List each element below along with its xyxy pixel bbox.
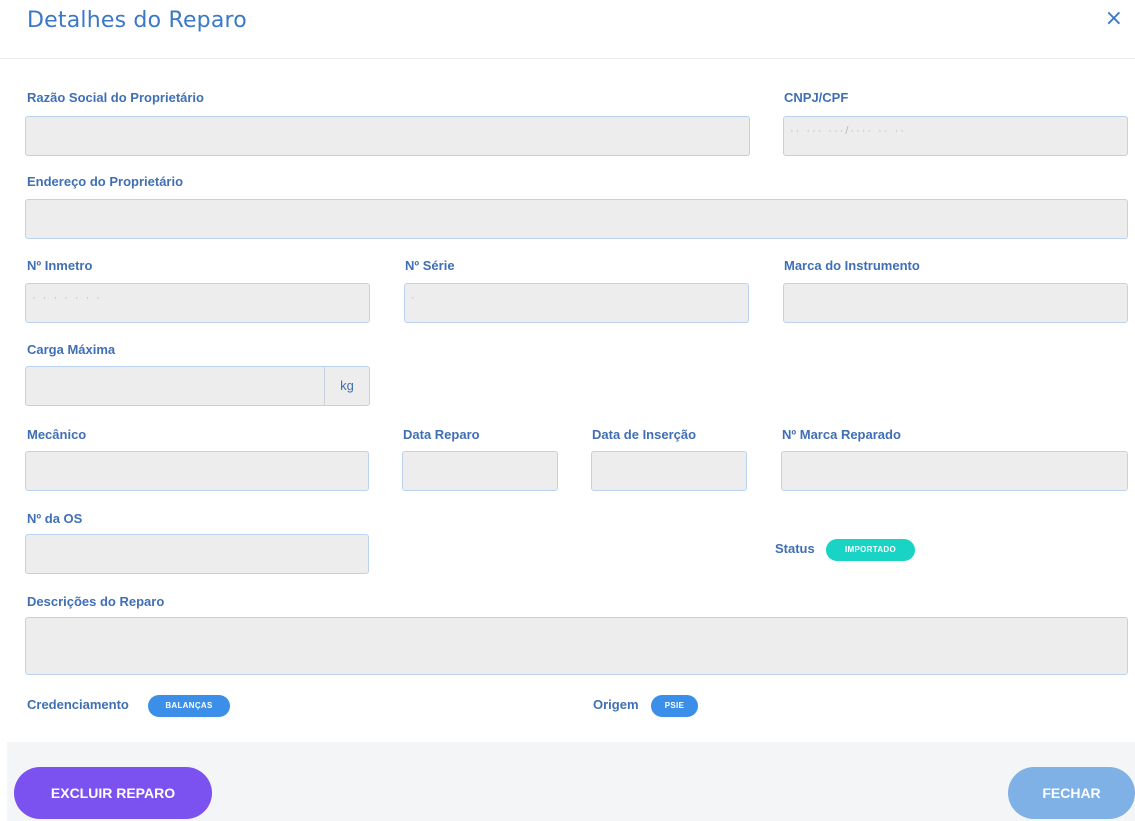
- razao-social-label: Razão Social do Proprietário: [27, 90, 204, 105]
- mecanico-field[interactable]: [25, 451, 369, 491]
- serie-label: Nº Série: [405, 258, 455, 273]
- marca-field[interactable]: [783, 283, 1128, 323]
- close-icon[interactable]: ×: [1105, 6, 1123, 31]
- marca-reparado-field[interactable]: [781, 451, 1128, 491]
- excluir-reparo-button[interactable]: EXCLUIR REPARO: [14, 767, 212, 819]
- mecanico-label: Mecânico: [27, 427, 87, 442]
- marca-label: Marca do Instrumento: [784, 258, 920, 273]
- os-label: Nº da OS: [27, 511, 83, 526]
- status-label: Status: [775, 541, 815, 556]
- fechar-button[interactable]: FECHAR: [1008, 767, 1135, 819]
- credenciamento-label: Credenciamento: [27, 697, 129, 712]
- inmetro-field[interactable]: · · · · · · ·: [25, 283, 370, 323]
- cnpj-field[interactable]: ·· ··· ···/···· ·· ··: [783, 116, 1128, 156]
- razao-social-field[interactable]: [25, 116, 750, 156]
- data-reparo-field[interactable]: [402, 451, 558, 491]
- origem-label: Origem: [593, 697, 639, 712]
- descricoes-field[interactable]: [25, 617, 1128, 675]
- modal-title: Detalhes do Reparo: [27, 8, 247, 33]
- inmetro-label: Nº Inmetro: [27, 258, 93, 273]
- status-badge: IMPORTADO: [826, 539, 915, 561]
- data-insercao-label: Data de Inserção: [592, 427, 697, 442]
- serie-field[interactable]: ·: [404, 283, 749, 323]
- carga-unit-addon: kg: [324, 366, 370, 406]
- carga-label: Carga Máxima: [27, 342, 116, 357]
- data-reparo-label: Data Reparo: [403, 427, 480, 442]
- modal-header: Detalhes do Reparo ×: [0, 0, 1135, 59]
- descricoes-label: Descrições do Reparo: [27, 594, 165, 609]
- endereco-field[interactable]: [25, 199, 1128, 239]
- origem-badge: PSIE: [651, 695, 698, 717]
- carga-field[interactable]: [25, 366, 325, 406]
- marca-reparado-label: Nº Marca Reparado: [782, 427, 901, 442]
- os-field[interactable]: [25, 534, 369, 574]
- endereco-label: Endereço do Proprietário: [27, 174, 184, 189]
- credenciamento-badge: BALANÇAS: [148, 695, 230, 717]
- data-insercao-field[interactable]: [591, 451, 747, 491]
- cnpj-label: CNPJ/CPF: [784, 90, 849, 105]
